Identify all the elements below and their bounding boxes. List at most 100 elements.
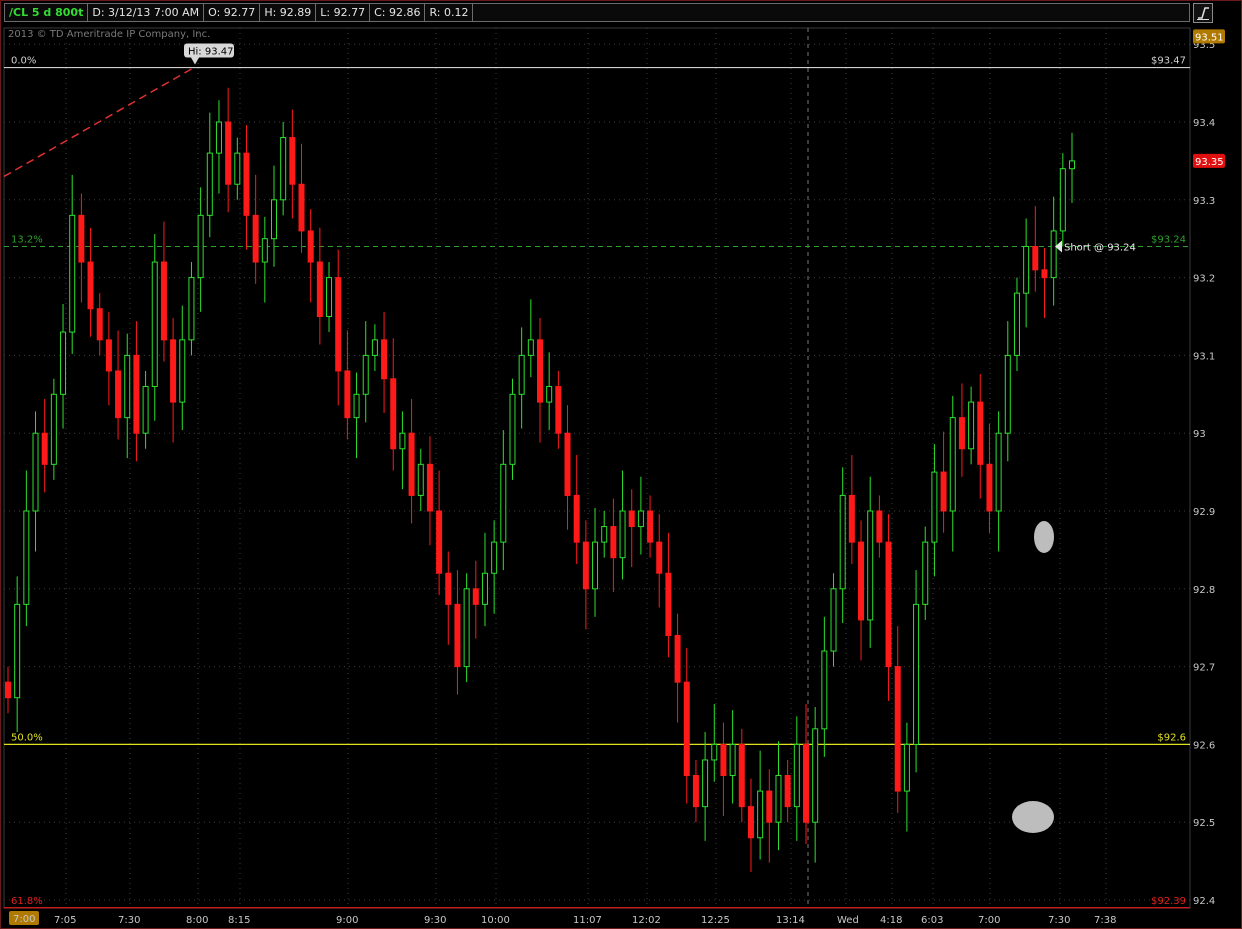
candle	[399, 411, 406, 490]
candle-body	[335, 277, 342, 372]
fib-price-label: $92.6	[1157, 732, 1186, 743]
candle-body	[1013, 292, 1020, 356]
candle	[289, 109, 296, 219]
candle	[958, 383, 965, 477]
candle-body	[142, 386, 149, 434]
candle-body	[637, 510, 644, 528]
candle-body	[665, 572, 672, 636]
candle	[280, 122, 287, 216]
candle	[619, 470, 626, 580]
x-tick-label: 8:00	[186, 915, 208, 926]
candle	[445, 551, 452, 645]
y-tick-label: 92.6	[1193, 740, 1215, 751]
candle	[610, 498, 617, 592]
candle-body	[656, 541, 663, 574]
candle	[14, 576, 21, 732]
candle-body	[225, 121, 232, 185]
candle-body	[949, 417, 956, 512]
candle-body	[555, 386, 562, 434]
candle-body	[206, 152, 213, 216]
fib-price-label: $93.24	[1151, 234, 1186, 245]
candle-body	[977, 401, 984, 465]
candle	[307, 209, 314, 303]
candle-body	[115, 370, 122, 419]
candle	[426, 436, 433, 546]
candle-body	[582, 541, 589, 590]
candle-body	[720, 743, 727, 777]
trendline	[3, 66, 195, 178]
candle-body	[968, 401, 975, 450]
candle-body	[1023, 245, 1030, 294]
candle-body	[986, 463, 993, 512]
candle-body	[500, 463, 507, 543]
candle	[775, 741, 782, 851]
marker-ellipse	[1034, 521, 1054, 553]
candle-body	[674, 634, 681, 683]
x-tick-label: 9:30	[424, 915, 446, 926]
candle-body	[271, 199, 277, 240]
candle-body	[1041, 269, 1048, 279]
price-chart[interactable]: 93.593.493.393.293.19392.992.892.792.692…	[0, 0, 1242, 929]
candle	[179, 305, 186, 431]
candle	[206, 112, 213, 238]
candle	[316, 227, 323, 345]
candle-body	[940, 471, 947, 512]
candle-body	[5, 681, 11, 699]
candle-body	[50, 393, 57, 465]
candle	[326, 262, 333, 333]
candle	[876, 495, 883, 558]
candle-body	[170, 339, 177, 403]
candle-body	[316, 261, 323, 318]
candle-body	[931, 471, 938, 543]
candle	[142, 370, 149, 449]
candle-body	[14, 603, 21, 699]
y-tick-label: 93	[1193, 429, 1206, 440]
candle-body	[729, 743, 736, 777]
candle	[188, 262, 195, 356]
candle	[546, 352, 553, 431]
candle	[968, 386, 975, 465]
y-tick-label: 93.1	[1193, 351, 1215, 362]
candle	[408, 398, 415, 524]
x-tick-label: 13:14	[776, 915, 805, 926]
y-tick-label: 92.4	[1193, 896, 1215, 907]
candle	[628, 489, 635, 568]
fib-level-label: 13.2%	[11, 234, 43, 245]
candle	[885, 514, 892, 701]
candle-body	[518, 354, 525, 395]
candle-body	[426, 463, 433, 512]
candle-body	[436, 510, 443, 574]
candle-body	[69, 214, 76, 333]
candle	[867, 476, 874, 648]
candle-body	[784, 775, 791, 808]
candle-body	[408, 432, 415, 496]
candle	[637, 476, 644, 555]
candle-body	[399, 432, 406, 450]
candle	[60, 304, 67, 429]
candle-body	[371, 339, 378, 356]
candle	[1032, 206, 1039, 292]
y-tick-label: 93.2	[1193, 274, 1215, 285]
candle	[261, 216, 268, 303]
x-tick-label: Wed	[837, 915, 859, 926]
candle-body	[1032, 245, 1039, 271]
candle	[271, 165, 277, 267]
candle-body	[243, 152, 250, 216]
candle-body	[481, 572, 488, 605]
candle-body	[628, 510, 635, 528]
fib-level-label: 61.8%	[11, 896, 43, 907]
candle	[537, 318, 543, 443]
candle	[225, 87, 232, 213]
candle-body	[564, 432, 571, 496]
candle	[197, 187, 204, 312]
candle-body	[151, 261, 158, 388]
candle	[766, 769, 773, 863]
candle	[848, 454, 855, 564]
y-tick-label: 93.3	[1193, 196, 1215, 207]
candle-body	[491, 541, 498, 574]
candle	[839, 467, 846, 624]
candle-body	[683, 681, 690, 777]
x-tick-label: 11:07	[573, 915, 602, 926]
candle	[96, 293, 103, 356]
candle	[115, 330, 122, 440]
